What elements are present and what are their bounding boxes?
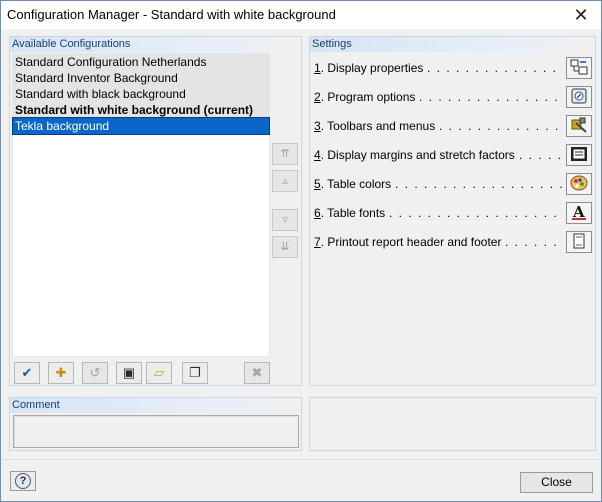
configurations-list[interactable]: Standard Configuration Netherlands Standa… bbox=[12, 53, 270, 357]
setting-number: 1 bbox=[314, 61, 321, 75]
setting-text: . Table fonts bbox=[320, 206, 386, 220]
display-properties-button[interactable] bbox=[566, 57, 592, 79]
open-folder-icon: ▱ bbox=[154, 365, 164, 380]
leader-dots: . . . . . . . . . . . . . . . . . . . . … bbox=[519, 148, 562, 162]
program-options-icon bbox=[570, 88, 588, 107]
comment-header: Comment bbox=[10, 398, 301, 413]
close-button[interactable]: Close bbox=[520, 472, 593, 493]
setting-label: 5. Table colors bbox=[314, 177, 391, 191]
table-colors-button[interactable] bbox=[566, 173, 592, 195]
setting-number: 2 bbox=[314, 90, 321, 104]
configuration-manager-window: Configuration Manager - Standard with wh… bbox=[0, 0, 602, 502]
leader-dots: . . . . . . . . . . . . . . . . . . . . … bbox=[439, 119, 562, 133]
display-margins-icon bbox=[570, 146, 588, 165]
save-icon: ▣ bbox=[122, 365, 136, 380]
toolbars-menus-icon bbox=[570, 117, 588, 136]
configuration-item[interactable]: Standard with black background bbox=[13, 86, 269, 102]
available-configurations-panel: Available Configurations Standard Config… bbox=[9, 36, 302, 386]
apply-checkmark-button[interactable]: ✔ bbox=[14, 362, 40, 384]
setting-label: 7. Printout report header and footer bbox=[314, 235, 501, 249]
new-configuration-button[interactable]: ✚ bbox=[48, 362, 74, 384]
leader-dots: . . . . . . . . . . . . . . . . . . . . … bbox=[419, 90, 562, 104]
setting-row: 6. Table fonts . . . . . . . . . . . . .… bbox=[312, 202, 592, 224]
setting-text: . Toolbars and menus bbox=[320, 119, 436, 133]
title-bar: Configuration Manager - Standard with wh… bbox=[1, 1, 601, 29]
rename-button[interactable]: ↺ bbox=[82, 362, 108, 384]
setting-row: 4. Display margins and stretch factors .… bbox=[312, 144, 592, 166]
move-top-button[interactable]: ⇈ bbox=[272, 143, 298, 165]
copy-button[interactable]: ❐ bbox=[182, 362, 208, 384]
toolbars-menus-button[interactable] bbox=[566, 115, 592, 137]
configuration-item[interactable]: Tekla background bbox=[12, 117, 270, 135]
move-bottom-button[interactable]: ⇊ bbox=[272, 236, 298, 258]
setting-text: . Printout report header and footer bbox=[320, 235, 502, 249]
info-panel bbox=[309, 397, 596, 451]
move-down-button[interactable]: ▿ bbox=[272, 209, 298, 231]
comment-field[interactable] bbox=[13, 415, 299, 448]
delete-icon: ✖ bbox=[251, 365, 263, 380]
setting-number: 6 bbox=[314, 206, 321, 220]
setting-number: 3 bbox=[314, 119, 321, 133]
setting-text: . Table colors bbox=[320, 177, 392, 191]
leader-dots: . . . . . . . . . . . . . . . . . . . . … bbox=[427, 61, 562, 75]
configuration-item[interactable]: Standard with white background (current) bbox=[13, 102, 269, 118]
setting-row: 2. Program options . . . . . . . . . . .… bbox=[312, 86, 592, 108]
printout-report-icon bbox=[570, 233, 588, 252]
setting-label: 6. Table fonts bbox=[314, 206, 385, 220]
setting-text: . Display properties bbox=[320, 61, 424, 75]
setting-text: . Program options bbox=[320, 90, 416, 104]
leader-dots: . . . . . . . . . . . . . . . . . . . . … bbox=[395, 177, 562, 191]
setting-text: . Display margins and stretch factors bbox=[320, 148, 515, 162]
delete-button[interactable]: ✖ bbox=[244, 362, 270, 384]
display-properties-icon bbox=[570, 59, 588, 78]
move-up-icon: ▵ bbox=[282, 175, 288, 187]
setting-label: 2. Program options bbox=[314, 90, 415, 104]
setting-row: 5. Table colors . . . . . . . . . . . . … bbox=[312, 173, 592, 195]
available-configurations-header: Available Configurations bbox=[10, 37, 301, 52]
settings-header: Settings bbox=[310, 37, 595, 52]
footer-divider bbox=[1, 459, 601, 460]
configuration-item[interactable]: Standard Configuration Netherlands bbox=[13, 54, 269, 70]
configuration-item[interactable]: Standard Inventor Background bbox=[13, 70, 269, 86]
setting-row: 1. Display properties . . . . . . . . . … bbox=[312, 57, 592, 79]
setting-label: 4. Display margins and stretch factors bbox=[314, 148, 515, 162]
move-down-icon: ▿ bbox=[282, 214, 288, 226]
setting-number: 4 bbox=[314, 148, 321, 162]
settings-panel: Settings 1. Display properties . . . . .… bbox=[309, 36, 596, 386]
table-colors-icon bbox=[570, 175, 588, 194]
setting-label: 1. Display properties bbox=[314, 61, 423, 75]
new-configuration-icon: ✚ bbox=[55, 365, 67, 380]
open-folder-button[interactable]: ▱ bbox=[146, 362, 172, 384]
move-bottom-icon: ⇊ bbox=[280, 241, 290, 253]
leader-dots: . . . . . . . . . . . . . . . . . . . . … bbox=[389, 206, 562, 220]
move-up-button[interactable]: ▵ bbox=[272, 170, 298, 192]
table-fonts-icon: A bbox=[570, 203, 588, 223]
apply-checkmark-icon: ✔ bbox=[21, 365, 33, 380]
setting-row: 7. Printout report header and footer . .… bbox=[312, 231, 592, 253]
display-margins-button[interactable] bbox=[566, 144, 592, 166]
window-title: Configuration Manager - Standard with wh… bbox=[7, 7, 336, 22]
save-button[interactable]: ▣ bbox=[116, 362, 142, 384]
close-icon[interactable]: ✕ bbox=[569, 4, 593, 26]
help-icon: ? bbox=[15, 473, 31, 489]
move-top-icon: ⇈ bbox=[280, 148, 290, 160]
comment-panel: Comment bbox=[9, 397, 302, 451]
program-options-button[interactable] bbox=[566, 86, 592, 108]
leader-dots: . . . . . . . . . . . . . . . . . . . . … bbox=[505, 235, 562, 249]
printout-report-button[interactable] bbox=[566, 231, 592, 253]
setting-row: 3. Toolbars and menus . . . . . . . . . … bbox=[312, 115, 592, 137]
svg-text:A: A bbox=[572, 204, 585, 220]
copy-icon: ❐ bbox=[189, 365, 201, 380]
help-button[interactable]: ? bbox=[10, 471, 36, 491]
setting-number: 5 bbox=[314, 177, 321, 191]
rename-icon: ↺ bbox=[89, 365, 101, 380]
setting-number: 7 bbox=[314, 235, 321, 249]
table-fonts-button[interactable]: A bbox=[566, 202, 592, 224]
setting-label: 3. Toolbars and menus bbox=[314, 119, 435, 133]
